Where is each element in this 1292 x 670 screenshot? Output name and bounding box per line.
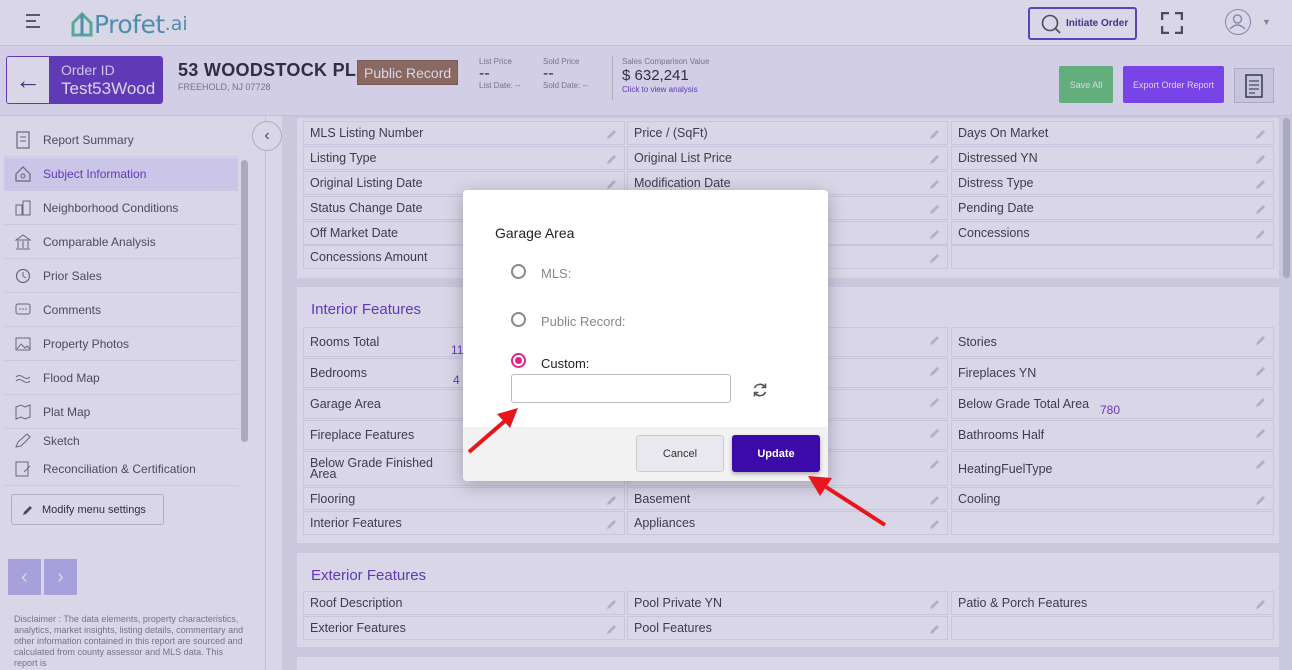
public-record-option-label: Public Record: xyxy=(541,314,626,329)
refresh-icon[interactable] xyxy=(752,382,768,398)
custom-radio[interactable] xyxy=(511,353,526,368)
public-record-radio[interactable] xyxy=(511,312,526,327)
cancel-button[interactable]: Cancel xyxy=(636,435,724,472)
custom-value-input[interactable] xyxy=(511,374,731,403)
custom-option-label: Custom: xyxy=(541,356,590,371)
garage-area-modal: Garage Area MLS: Public Record: Custom: … xyxy=(463,190,828,481)
mls-radio[interactable] xyxy=(511,264,526,279)
modal-title: Garage Area xyxy=(495,225,575,241)
update-button[interactable]: Update xyxy=(732,435,820,472)
mls-option-label: MLS: xyxy=(541,266,572,281)
